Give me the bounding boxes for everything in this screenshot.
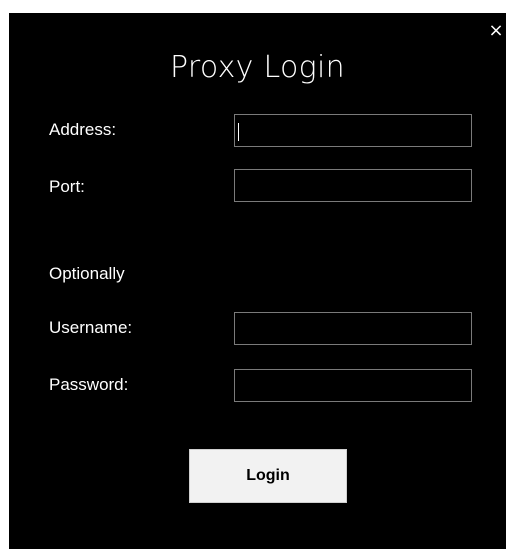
port-label: Port:: [49, 177, 85, 196]
password-input[interactable]: [234, 369, 472, 402]
text-caret: [238, 123, 239, 141]
username-input[interactable]: [234, 312, 472, 345]
login-button[interactable]: Login: [189, 449, 347, 503]
password-label: Password:: [49, 375, 129, 394]
close-icon[interactable]: ×: [488, 21, 504, 41]
address-label: Address:: [49, 120, 117, 139]
optional-heading: Optionally: [49, 264, 125, 283]
dialog-title: Proxy Login: [170, 50, 345, 85]
username-label: Username:: [49, 318, 133, 337]
address-input[interactable]: [234, 114, 472, 147]
port-input[interactable]: [234, 169, 472, 202]
proxy-login-dialog: × Proxy Login Address: Port: Optionally …: [9, 13, 506, 549]
